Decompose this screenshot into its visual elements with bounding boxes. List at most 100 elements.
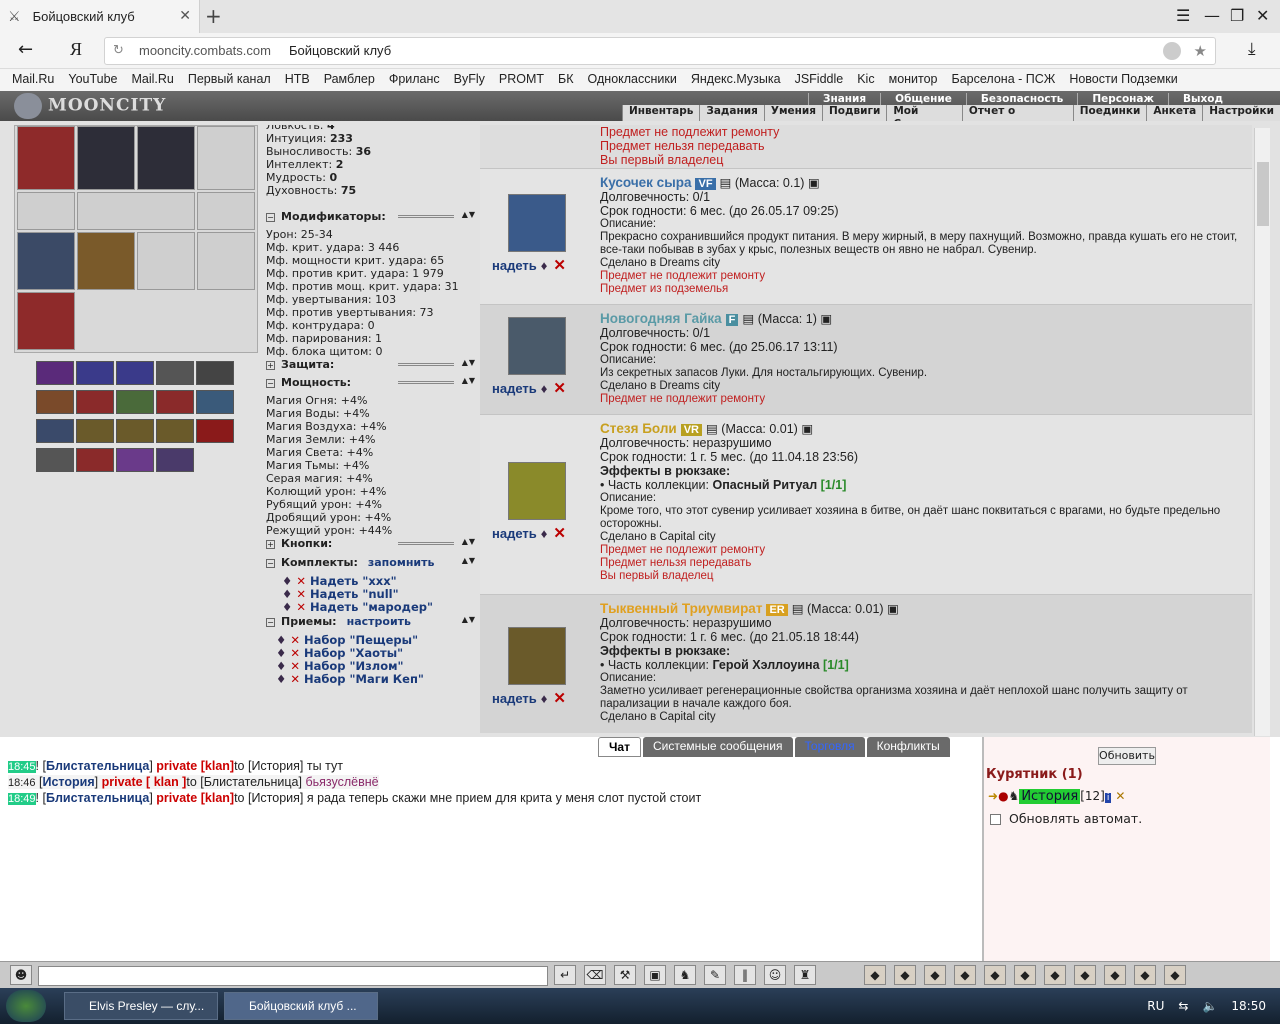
bookmark-6[interactable]: Фриланс (389, 69, 440, 91)
trick-delete-icon[interactable]: ✕ (290, 646, 300, 660)
rings-slot[interactable] (77, 192, 195, 230)
tricks-section-toggle-icon[interactable]: − (266, 618, 275, 627)
message-recipient[interactable]: to [Блистательница] (186, 775, 302, 789)
flag-icon[interactable]: ◆ (1134, 965, 1156, 985)
kit-0[interactable]: ♦ ✕ Надеть "xxx" (282, 574, 397, 588)
delete-icon[interactable]: ✕ (553, 690, 566, 707)
belt-slot-17[interactable] (116, 448, 154, 472)
trick-wear-icon[interactable]: ♦ (276, 672, 286, 686)
belt-slot-0[interactable] (36, 361, 74, 385)
message-recipient[interactable]: to [История] (234, 759, 303, 773)
send-icon[interactable]: ↵ (554, 965, 576, 985)
wear-label[interactable]: надеть (492, 691, 537, 706)
buttons-section-arrows-icon[interactable]: ▲▼ (462, 537, 476, 546)
trick-delete-icon[interactable]: ✕ (290, 659, 300, 673)
private-arrow-icon[interactable]: ➜ (988, 789, 998, 803)
chat-tab-2[interactable]: Торговля (794, 737, 865, 757)
tricks-section-action[interactable]: настроить (347, 615, 411, 628)
item-name[interactable]: Новогодняя Гайка (600, 311, 722, 326)
url-field[interactable]: ↻ mooncity.combats.com Бойцовский клуб ★ (104, 37, 1216, 65)
delete-icon[interactable]: ✕ (553, 380, 566, 397)
bookmark-12[interactable]: JSFiddle (795, 69, 844, 91)
top-menu-4[interactable]: Выход (1167, 93, 1237, 105)
protection-section-toggle-icon[interactable]: + (266, 361, 275, 370)
buttons-section[interactable]: + Кнопки: ▲▼ (266, 537, 476, 550)
scrollbar-thumb[interactable] (1257, 162, 1269, 226)
chat-tab-3[interactable]: Конфликты (866, 737, 950, 757)
bookmark-14[interactable]: монитор (889, 69, 938, 91)
item-name[interactable]: Тыквенный Триумвират (600, 601, 762, 616)
auto-update-checkbox[interactable] (990, 814, 1001, 825)
info-icon[interactable]: i (1104, 793, 1112, 803)
kit-wear-icon[interactable]: ♦ (282, 587, 292, 601)
kit-delete-icon[interactable]: ✕ (296, 587, 306, 601)
gloves-slot[interactable] (137, 232, 195, 290)
message-time[interactable]: 18:46 (8, 777, 36, 789)
chat-input[interactable] (38, 966, 548, 986)
wear-icon[interactable]: ♦ (541, 526, 548, 541)
bookmark-star-icon[interactable]: ★ (1194, 42, 1207, 60)
protection-section-arrows-icon[interactable]: ▲▼ (462, 358, 476, 367)
network-icon[interactable]: ⇆ (1178, 999, 1188, 1013)
bookmark-7[interactable]: ByFly (454, 69, 485, 91)
kits-section-toggle-icon[interactable]: − (266, 559, 275, 568)
trick-2[interactable]: ♦ ✕ Набор "Излом" (276, 659, 404, 673)
wear-label[interactable]: надеть (492, 258, 537, 273)
task-combats[interactable]: Бойцовский клуб ... (224, 992, 378, 1020)
kit-wear-icon[interactable]: ♦ (282, 600, 292, 614)
kits-section[interactable]: − Комплекты: запомнить ▲▼ (266, 556, 476, 569)
bottle-icon[interactable]: ◆ (1014, 965, 1036, 985)
modifiers-section-arrows-icon[interactable]: ▲▼ (462, 210, 476, 219)
power-section-toggle-icon[interactable]: − (266, 379, 275, 388)
potion-icon[interactable]: ◆ (924, 965, 946, 985)
message-sender[interactable]: Блистательница (46, 759, 149, 773)
belt-slot-9[interactable] (196, 390, 234, 414)
clock[interactable]: 18:50 (1231, 999, 1266, 1013)
buttons-section-toggle-icon[interactable]: + (266, 540, 275, 549)
wear-button[interactable]: надеть ♦ ✕ (492, 689, 566, 707)
belt-slot-6[interactable] (76, 390, 114, 414)
helmet-icon[interactable]: ♜ (794, 965, 816, 985)
bookmark-8[interactable]: PROMT (499, 69, 544, 91)
kit-delete-icon[interactable]: ✕ (296, 574, 306, 588)
trick-label[interactable]: Набор "Маги Кеп" (304, 672, 424, 686)
belt-slot-5[interactable] (36, 390, 74, 414)
protection-section[interactable]: + Защита: ▲▼ (266, 358, 476, 371)
belt-slot-12[interactable] (116, 419, 154, 443)
user-name[interactable]: История (1019, 789, 1081, 804)
kit-label[interactable]: Надеть "мародер" (310, 600, 433, 614)
clear-icon[interactable]: ⌫ (584, 965, 606, 985)
top-menu-1[interactable]: Общение (880, 93, 966, 105)
bookmark-3[interactable]: Первый канал (188, 69, 271, 91)
chest-icon[interactable]: ◆ (954, 965, 976, 985)
bookmark-0[interactable]: Mail.Ru (12, 69, 54, 91)
belt-slot-15[interactable] (36, 448, 74, 472)
wear-label[interactable]: надеть (492, 526, 537, 541)
delete-icon[interactable]: ✕ (553, 257, 566, 274)
new-tab-button[interactable]: + (205, 4, 222, 28)
kit-wear-icon[interactable]: ♦ (282, 574, 292, 588)
bookmark-1[interactable]: YouTube (68, 69, 117, 91)
message-recipient[interactable]: to [История] (234, 791, 303, 805)
bag-icon[interactable]: ◆ (864, 965, 886, 985)
wear-label[interactable]: надеть (492, 381, 537, 396)
sheep-icon[interactable]: ◆ (1104, 965, 1126, 985)
scroll2-icon[interactable]: ◆ (984, 965, 1006, 985)
belt-slot-2[interactable] (116, 361, 154, 385)
trick-delete-icon[interactable]: ✕ (290, 672, 300, 686)
wear-icon[interactable]: ♦ (541, 691, 548, 706)
trick-1[interactable]: ♦ ✕ Набор "Хаоты" (276, 646, 403, 660)
restore-button[interactable]: ❐ (1230, 6, 1244, 25)
smiles-icon[interactable]: ☻ (10, 965, 32, 985)
chat-tab-1[interactable]: Системные сообщения (642, 737, 793, 757)
item-image[interactable] (508, 627, 566, 685)
belt-slot-13[interactable] (156, 419, 194, 443)
trick-label[interactable]: Набор "Хаоты" (304, 646, 403, 660)
back-button[interactable]: ← (18, 39, 33, 60)
task-elvis[interactable]: Elvis Presley — слу... (64, 992, 218, 1020)
kit-label[interactable]: Надеть "xxx" (310, 574, 397, 588)
browser-menu-icon[interactable]: ☰ (1176, 6, 1190, 25)
modifiers-section[interactable]: − Модификаторы: ▲▼ (266, 210, 476, 223)
hammer-icon[interactable]: ⚒ (614, 965, 636, 985)
kits-section-action[interactable]: запомнить (368, 556, 435, 569)
